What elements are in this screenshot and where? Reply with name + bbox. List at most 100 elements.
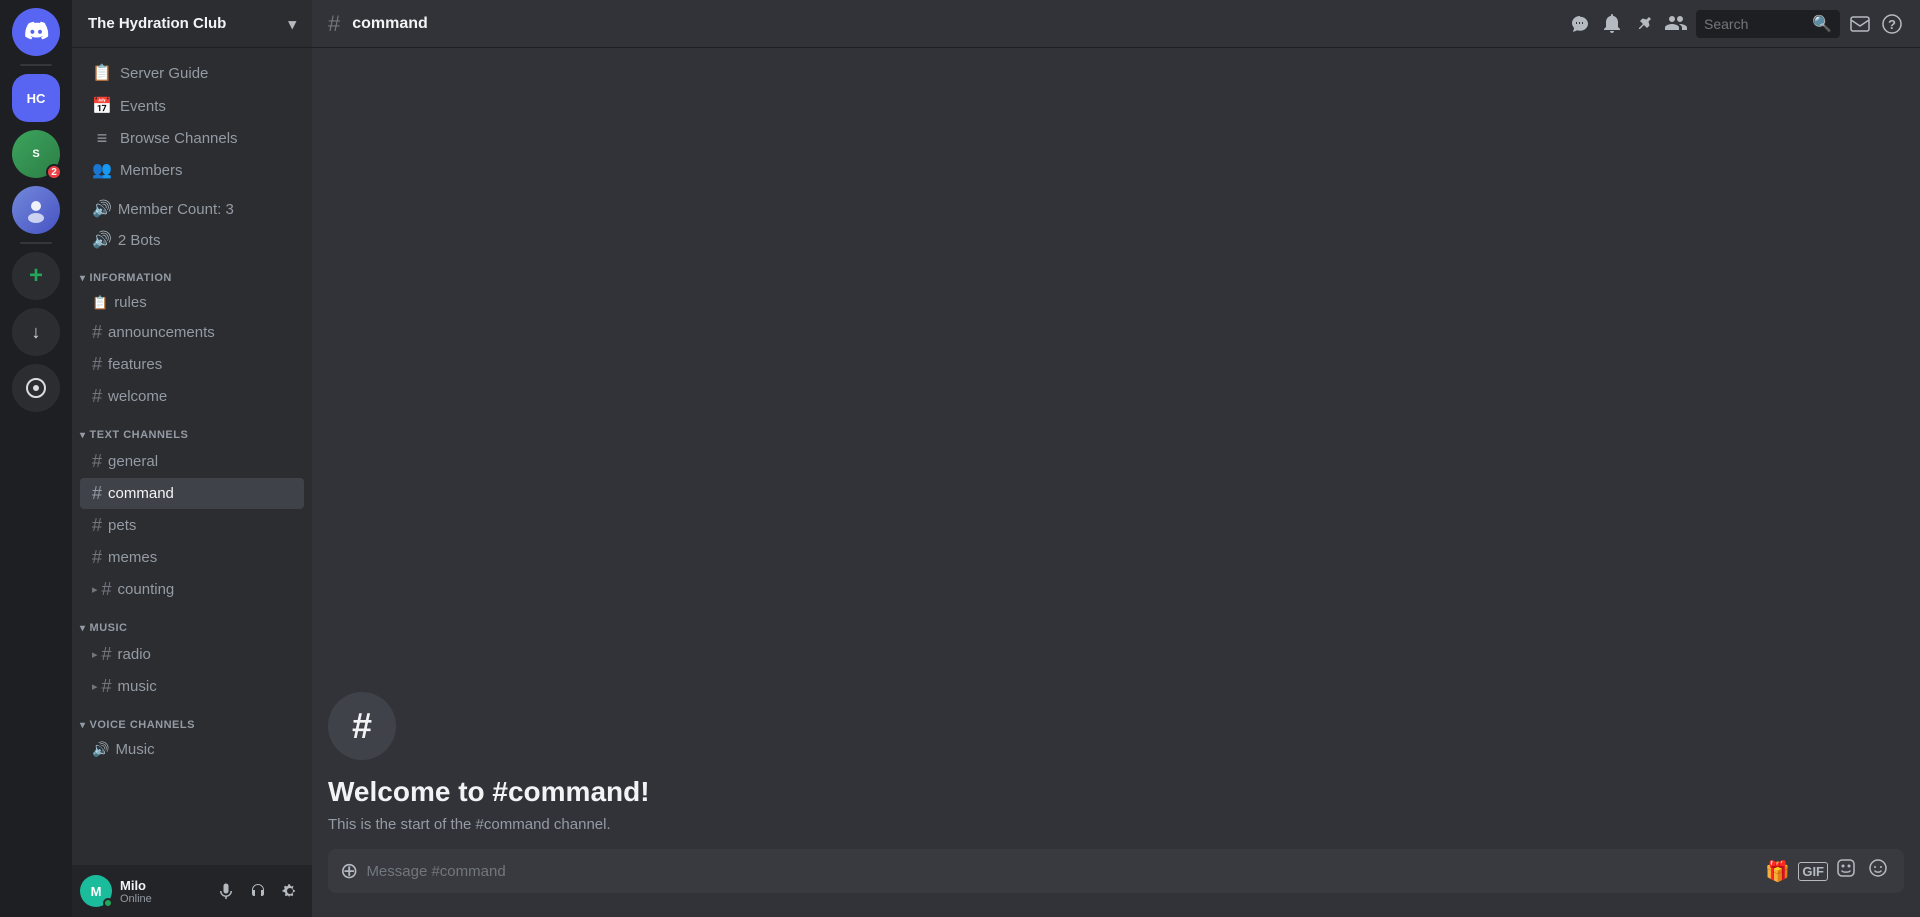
section-text-channels[interactable]: ▾ TEXT CHANNELS [72, 413, 312, 445]
topbar-channel-name: command [352, 15, 428, 33]
channel-general[interactable]: # general [80, 446, 304, 477]
command-hash: # [92, 483, 102, 504]
server-hydration[interactable]: HC [12, 74, 60, 122]
input-right-icons: 🎁 GIF [1761, 858, 1892, 884]
server-header[interactable]: The Hydration Club ▾ [72, 0, 312, 48]
member-count-label: Member Count: 3 [118, 201, 234, 218]
username: Milo [120, 878, 204, 893]
members-button[interactable] [1664, 12, 1688, 36]
channel-memes-label: memes [108, 549, 157, 566]
channel-command[interactable]: # command [80, 478, 304, 509]
welcome-desc: This is the start of the #command channe… [328, 816, 1904, 833]
topbar: # command 🔍 [312, 0, 1920, 48]
explore-button[interactable] [12, 364, 60, 412]
voice-channel-music[interactable]: 🔊 Music [80, 736, 304, 763]
member-count-channel[interactable]: 🔊 Member Count: 3 [80, 194, 304, 224]
section-voice-channels[interactable]: ▾ VOICE CHANNELS [72, 703, 312, 735]
search-input[interactable] [1704, 16, 1808, 32]
welcome-title: Welcome to #command! [328, 776, 1904, 808]
threads-button[interactable] [1568, 12, 1592, 36]
gift-icon[interactable]: 🎁 [1761, 859, 1794, 884]
welcome-hash-symbol: # [352, 705, 372, 747]
notifications-button[interactable] [1600, 12, 1624, 36]
message-input-box: ⊕ 🎁 GIF [328, 849, 1904, 893]
search-bar[interactable]: 🔍 [1696, 10, 1840, 38]
channel-welcome: # Welcome to #command! This is the start… [312, 676, 1920, 841]
channel-radio[interactable]: ▸ # radio [80, 639, 304, 670]
topbar-actions: 🔍 ? [1568, 10, 1904, 38]
sidebar-item-members-label: Members [120, 162, 183, 179]
server-list: HC S 2 + ↓ [0, 0, 72, 917]
settings-button[interactable] [276, 877, 304, 905]
members-icon: 👥 [92, 160, 112, 180]
search-icon: 🔍 [1812, 14, 1832, 34]
user-panel: M Milo Online [72, 865, 312, 917]
avatar-letter: M [91, 884, 102, 899]
emoji-button[interactable] [1864, 858, 1892, 884]
chevron-down-icon: ▾ [288, 15, 296, 33]
channel-counting[interactable]: ▸ # counting [80, 574, 304, 605]
pinned-button[interactable] [1632, 12, 1656, 36]
headset-button[interactable] [244, 877, 272, 905]
server-divider [20, 64, 52, 66]
channel-welcome-label: welcome [108, 388, 167, 405]
discord-home-button[interactable] [12, 8, 60, 56]
server-guide-icon: 📋 [92, 63, 112, 83]
server-name: The Hydration Club [88, 15, 226, 32]
channel-welcome[interactable]: # welcome [80, 381, 304, 412]
channel-announcements[interactable]: # announcements [80, 317, 304, 348]
avatar: M [80, 875, 112, 907]
server-divider-2 [20, 242, 52, 244]
voice-channel-music-label: Music [115, 741, 154, 758]
message-input-area: ⊕ 🎁 GIF [312, 849, 1920, 917]
section-chevron-voice: ▾ [80, 720, 86, 731]
pets-hash: # [92, 515, 102, 536]
user-status: Online [120, 893, 204, 905]
message-input[interactable] [366, 863, 1761, 880]
sticker-button[interactable] [1832, 858, 1860, 884]
channel-pets-label: pets [108, 517, 136, 534]
counting-arrow: ▸ [92, 583, 98, 596]
sidebar-item-events[interactable]: 📅 Events [80, 90, 304, 122]
section-information-label: INFORMATION [90, 272, 172, 284]
sidebar-item-server-guide[interactable]: 📋 Server Guide [80, 57, 304, 89]
sidebar-item-server-guide-label: Server Guide [120, 65, 208, 82]
music-arrow: ▸ [92, 680, 98, 693]
channel-features[interactable]: # features [80, 349, 304, 380]
main-content: # command 🔍 [312, 0, 1920, 917]
server-2-wrapper: S 2 [12, 130, 60, 178]
channel-music-label: music [118, 678, 157, 695]
speaker-icon-1: 🔊 [92, 199, 112, 219]
welcome-hash: # [92, 386, 102, 407]
sidebar-item-browse-channels[interactable]: ≡ Browse Channels [80, 123, 304, 153]
mute-button[interactable] [212, 877, 240, 905]
voice-music-icon: 🔊 [92, 741, 109, 758]
radio-hash: # [102, 644, 112, 665]
channel-rules[interactable]: 📋 rules [80, 289, 304, 316]
voice-section-top: 🔊 Member Count: 3 🔊 2 Bots [72, 194, 312, 255]
add-server-button[interactable]: + [12, 252, 60, 300]
announcements-hash: # [92, 322, 102, 343]
bots-channel[interactable]: 🔊 2 Bots [80, 225, 304, 255]
section-information[interactable]: ▾ INFORMATION [72, 256, 312, 288]
features-hash: # [92, 354, 102, 375]
add-attachment-button[interactable]: ⊕ [340, 858, 358, 884]
channel-command-label: command [108, 485, 174, 502]
inbox-button[interactable] [1848, 12, 1872, 36]
channel-counting-label: counting [118, 581, 175, 598]
section-music[interactable]: ▾ MUSIC [72, 606, 312, 638]
messages-container: # Welcome to #command! This is the start… [312, 48, 1920, 849]
general-hash: # [92, 451, 102, 472]
download-app-button[interactable]: ↓ [12, 308, 60, 356]
sidebar-item-events-label: Events [120, 98, 166, 115]
gif-button[interactable]: GIF [1798, 862, 1828, 881]
sidebar-item-members[interactable]: 👥 Members [80, 154, 304, 186]
channel-music[interactable]: ▸ # music [80, 671, 304, 702]
section-chevron-info: ▾ [80, 273, 86, 284]
channel-pets[interactable]: # pets [80, 510, 304, 541]
help-button[interactable]: ? [1880, 12, 1904, 36]
server-3[interactable] [12, 186, 60, 234]
channel-memes[interactable]: # memes [80, 542, 304, 573]
section-text-channels-label: TEXT CHANNELS [90, 429, 189, 441]
user-controls [212, 877, 304, 905]
